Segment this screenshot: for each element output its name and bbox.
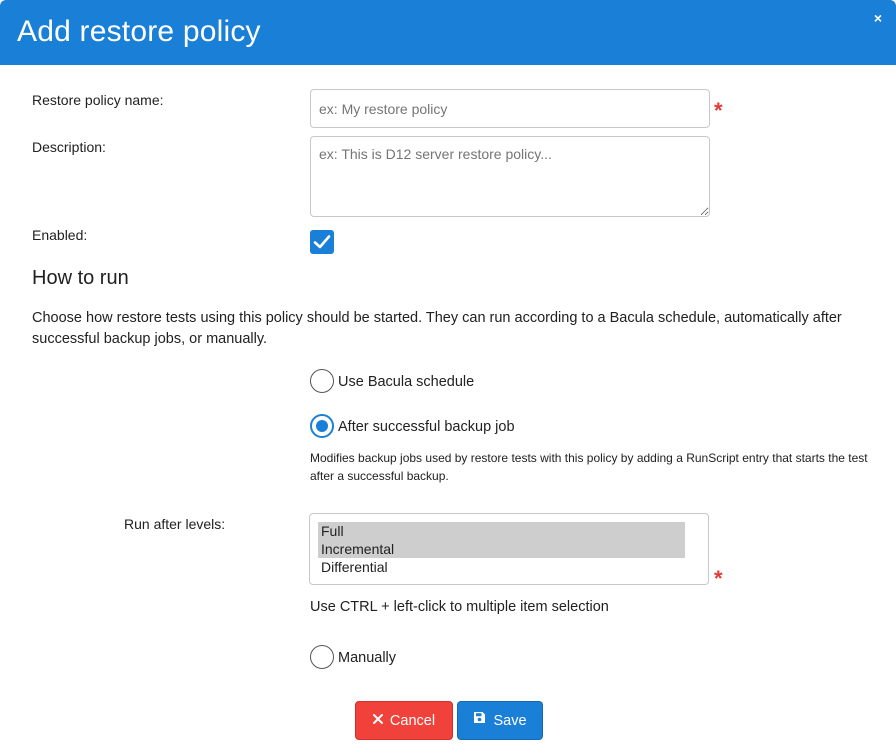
- dialog-header: Add restore policy ×: [0, 0, 896, 65]
- dialog-title: Add restore policy: [17, 15, 261, 48]
- level-option-differential[interactable]: Differential: [318, 558, 685, 576]
- radio-label-manually[interactable]: Manually: [338, 649, 396, 667]
- description-textarea[interactable]: [310, 136, 710, 217]
- run-after-levels-label: Run after levels:: [124, 516, 226, 532]
- levels-selection-hint: Use CTRL + left-click to multiple item s…: [310, 599, 609, 615]
- policy-name-input[interactable]: [310, 89, 710, 128]
- radio-bacula-schedule[interactable]: [310, 369, 334, 393]
- floppy-disk-icon: [473, 701, 486, 740]
- radio-after-backup-job[interactable]: [310, 414, 334, 438]
- close-button[interactable]: ×: [868, 8, 888, 28]
- after-backup-help-text: Modifies backup jobs used by restore tes…: [310, 451, 868, 483]
- close-icon: [372, 701, 383, 740]
- radio-label-bacula-schedule[interactable]: Use Bacula schedule: [338, 373, 474, 391]
- required-mark-name: *: [714, 98, 723, 123]
- how-to-run-heading: How to run: [32, 267, 129, 289]
- level-option-incremental[interactable]: Incremental: [318, 540, 685, 558]
- policy-name-label: Restore policy name:: [32, 92, 164, 108]
- required-mark-levels: *: [714, 566, 723, 591]
- save-button[interactable]: Save: [457, 701, 543, 740]
- add-restore-policy-dialog: Add restore policy × Restore policy name…: [0, 0, 896, 755]
- checkmark-icon: [313, 235, 331, 249]
- radio-manually[interactable]: [310, 645, 334, 669]
- description-label: Description:: [32, 139, 106, 155]
- save-button-label: Save: [493, 713, 527, 729]
- cancel-button[interactable]: Cancel: [355, 701, 453, 740]
- how-to-run-description: Choose how restore tests using this poli…: [32, 310, 842, 347]
- run-after-levels-listbox[interactable]: Full Incremental Differential: [309, 513, 709, 585]
- radio-label-after-backup-job[interactable]: After successful backup job: [338, 418, 515, 436]
- cancel-button-label: Cancel: [389, 713, 436, 729]
- enabled-checkbox[interactable]: [310, 230, 334, 254]
- level-option-full[interactable]: Full: [318, 522, 685, 540]
- enabled-label: Enabled:: [32, 227, 88, 243]
